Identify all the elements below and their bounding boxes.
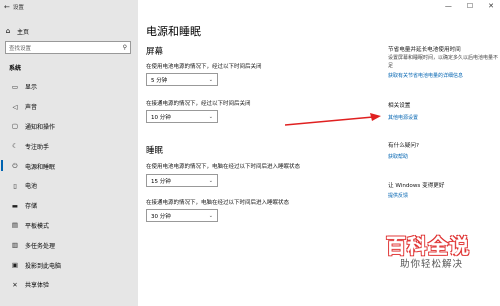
watermark-title: 百科全说: [386, 234, 470, 258]
notification-icon: ▢: [11, 122, 19, 131]
sidebar-item-project[interactable]: ▣ 投影到此电脑: [0, 255, 138, 275]
sidebar-item-sound[interactable]: ◁ 声音: [0, 97, 138, 117]
home-icon: ⌂: [5, 27, 11, 35]
maximize-button[interactable]: ☐: [467, 2, 473, 10]
share-icon: ✕: [12, 280, 18, 289]
search-placeholder: 查找设置: [9, 45, 32, 52]
window-controls: — ☐ ✕: [445, 2, 494, 10]
power-icon: ⏻: [12, 161, 18, 170]
screen-plugged-dropdown[interactable]: 10 分钟 ⌄: [146, 110, 218, 123]
sidebar-item-label: 电源和睡眠: [25, 163, 56, 171]
sidebar-item-tablet-mode[interactable]: ▤ 平板模式: [0, 216, 138, 236]
watermark-subtitle: 助你轻松解决: [400, 259, 464, 270]
related-heading: 相关设置: [388, 103, 411, 109]
tip-link[interactable]: 获取有关节省电池电量的详细信息: [388, 72, 463, 79]
sleep-battery-label: 在使用电池电源的情况下，电脑在经过以下时间后进入睡眠状态: [146, 164, 301, 170]
get-help-link[interactable]: 获取帮助: [388, 153, 408, 160]
project-icon: ▣: [11, 261, 19, 270]
sidebar: ← 设置 ⌂ 主页 查找设置 ⚲ 系统 ▭ 显示 ◁ 声音 ▢ 通知和操作 ☾ 专注助手…: [0, 0, 138, 306]
sidebar-item-label: 电池: [25, 183, 38, 191]
sidebar-item-shared-experiences[interactable]: ✕ 共享体验: [0, 275, 138, 295]
dropdown-value: 5 分钟: [151, 77, 168, 84]
chevron-down-icon: ⌄: [208, 177, 213, 184]
monitor-icon: ▭: [11, 82, 19, 91]
watermark-logo: 百科全说: [386, 230, 496, 259]
tip-text: 设置屏幕和睡眠时间，以确定多久以后电池电量不足: [388, 55, 499, 69]
window-title: 设置: [12, 5, 24, 11]
sidebar-item-label: 投影到此电脑: [25, 262, 62, 270]
screen-battery-dropdown[interactable]: 5 分钟 ⌄: [146, 73, 218, 86]
back-arrow-icon[interactable]: ←: [4, 3, 10, 11]
sleep-battery-dropdown[interactable]: 15 分钟 ⌄: [146, 174, 218, 187]
chevron-down-icon: ⌄: [208, 113, 213, 120]
sleep-heading: 睡眠: [146, 146, 164, 156]
sidebar-item-power-sleep[interactable]: ⏻ 电源和睡眠: [0, 156, 138, 176]
sidebar-item-focus-assist[interactable]: ☾ 专注助手: [0, 136, 138, 156]
watermark: 百科全说 助你轻松解决: [386, 230, 496, 278]
sidebar-item-label: 显示: [25, 84, 38, 92]
sidebar-item-label: 专注助手: [25, 143, 50, 151]
screen-battery-label: 在使用电池电源的情况下，经过以下时间后关闭: [146, 64, 262, 70]
home-link[interactable]: ⌂ 主页: [4, 25, 29, 37]
screen-heading: 屏幕: [146, 47, 164, 57]
sidebar-item-label: 存储: [25, 203, 38, 211]
minimize-button[interactable]: —: [445, 2, 452, 10]
sidebar-item-display[interactable]: ▭ 显示: [0, 77, 138, 97]
sidebar-item-label: 通知和操作: [25, 123, 56, 131]
annotation-arrow-icon: [285, 113, 381, 126]
search-icon: ⚲: [122, 44, 127, 51]
tablet-icon: ▤: [11, 221, 19, 230]
sidebar-item-label: 共享体验: [25, 282, 50, 290]
sidebar-item-label: 平板模式: [25, 222, 50, 230]
speaker-icon: ◁: [12, 102, 18, 111]
sidebar-item-battery[interactable]: ▯ 电池: [0, 176, 138, 196]
dropdown-value: 30 分钟: [151, 213, 171, 220]
moon-icon: ☾: [12, 142, 18, 151]
sidebar-nav: ▭ 显示 ◁ 声音 ▢ 通知和操作 ☾ 专注助手 ⏻ 电源和睡眠 ▯ 电池 ▬ 存储 ▤ 平板模…: [0, 77, 138, 295]
dropdown-value: 15 分钟: [151, 178, 171, 185]
sleep-plugged-dropdown[interactable]: 30 分钟 ⌄: [146, 209, 218, 222]
other-power-settings-link[interactable]: 其他电源设置: [388, 114, 418, 121]
home-label: 主页: [17, 28, 30, 36]
chevron-down-icon: ⌄: [208, 212, 213, 219]
titlebar: ← 设置: [4, 1, 24, 13]
dropdown-value: 10 分钟: [151, 114, 171, 121]
battery-icon: ▯: [13, 181, 17, 190]
sidebar-item-label: 多任务处理: [25, 242, 56, 250]
chevron-down-icon: ⌄: [208, 76, 213, 83]
storage-icon: ▬: [11, 201, 19, 210]
help-heading: 有什么疑问?: [388, 143, 419, 149]
screen-plugged-label: 在接通电源的情况下，经过以下时间后关闭: [146, 101, 251, 107]
search-input[interactable]: 查找设置 ⚲: [5, 41, 131, 54]
feedback-heading: 让 Windows 变得更好: [388, 183, 445, 189]
sleep-plugged-label: 在接通电源的情况下，电脑在经过以下时间后进入睡眠状态: [146, 200, 290, 206]
sidebar-item-multitasking[interactable]: ▥ 多任务处理: [0, 235, 138, 255]
sidebar-item-label: 声音: [25, 104, 38, 112]
multitask-icon: ▥: [11, 241, 19, 250]
sidebar-item-notifications[interactable]: ▢ 通知和操作: [0, 117, 138, 137]
sidebar-item-storage[interactable]: ▬ 存储: [0, 196, 138, 216]
section-label: 系统: [9, 65, 22, 72]
page-title: 电源和睡眠: [146, 25, 201, 38]
tip-heading: 节省电量并延长电池使用时间: [388, 47, 461, 53]
feedback-link[interactable]: 提供反馈: [388, 192, 408, 199]
close-button[interactable]: ✕: [488, 2, 494, 10]
